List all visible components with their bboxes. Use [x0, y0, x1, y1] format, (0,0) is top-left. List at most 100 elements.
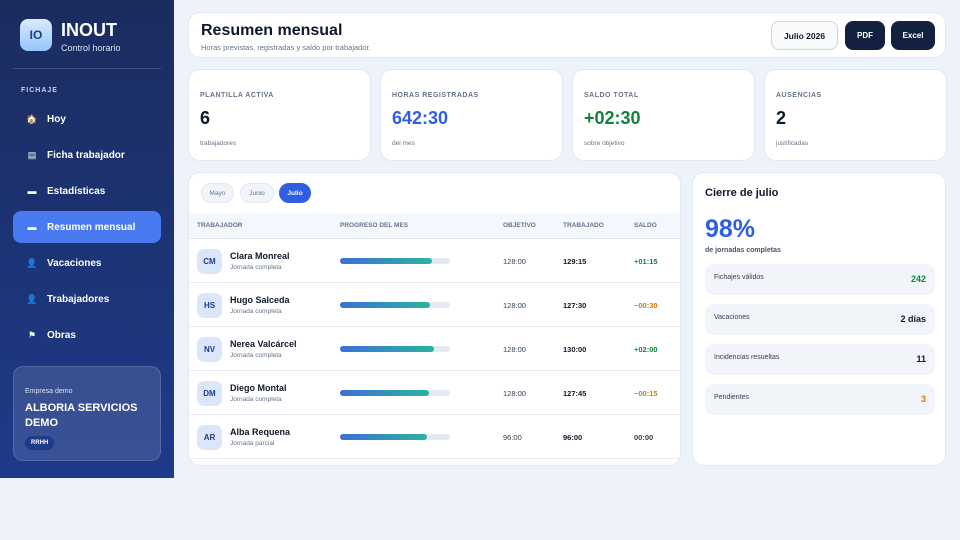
month-progress-fill: [340, 258, 433, 264]
stat-valid-clockins: Fichajes válidos 242: [705, 264, 935, 295]
worker-schedule-type: Jornada completa: [230, 396, 282, 403]
table-row[interactable]: DM Diego Montal Jornada completa 128:00 127:…: [189, 371, 680, 415]
kpi-label: PLANTILLA ACTIVA: [200, 92, 274, 99]
target-hours: 128:00: [503, 257, 526, 266]
stat-label: Fichajes válidos: [714, 274, 764, 281]
worked-hours: 130:00: [563, 345, 587, 354]
month-progress-bar: [340, 302, 450, 308]
app-name: INOUT: [61, 20, 117, 40]
worker-schedule-type: Jornada completa: [230, 308, 282, 315]
avatar: HS: [197, 293, 222, 318]
kpi-value: 6: [200, 108, 211, 128]
column-header-progress[interactable]: PROGRESO DEL MES: [340, 222, 408, 229]
worker-schedule-type: Jornada completa: [230, 352, 282, 359]
nav-item-label: Obras: [47, 329, 76, 341]
kpi-label: AUSENCIAS: [776, 92, 822, 99]
stats-icon: ▬: [27, 186, 37, 196]
avatar: CM: [197, 249, 222, 274]
tab-may[interactable]: Mayo: [201, 183, 234, 203]
nav-item-vacations[interactable]: 👤 Vacaciones: [13, 247, 161, 279]
stat-vacations: Vacaciones 2 días: [705, 304, 935, 335]
card-icon: ▤: [27, 149, 37, 160]
table-row[interactable]: AR Alba Requena Jornada parcial 96:00 96:00 0…: [189, 415, 680, 459]
nav-item-statistics[interactable]: ▬ Estadísticas: [13, 175, 161, 207]
kpi-total-balance: SALDO TOTAL +02:30 sobre objetivo: [572, 69, 755, 161]
stat-value: 242: [910, 274, 926, 284]
kpi-absences: AUSENCIAS 2 justificadas: [764, 69, 947, 161]
target-hours: 128:00: [503, 301, 526, 310]
export-excel-button[interactable]: Excel: [891, 21, 935, 50]
nav-item-sites[interactable]: ⚑ Obras: [13, 319, 161, 351]
month-selector-button[interactable]: Julio 2026: [771, 21, 838, 50]
table-row[interactable]: NV Nerea Valcárcel Jornada completa 128:00 1…: [189, 327, 680, 371]
monthly-summary-table: Mayo Junio Julio TRABAJADOR PROGRESO DEL…: [188, 172, 681, 466]
avatar: DM: [197, 381, 222, 406]
worker-name: Alba Requena: [230, 427, 291, 437]
users-icon: 👤: [26, 293, 38, 304]
column-header-balance[interactable]: SALDO: [634, 222, 657, 229]
month-progress-bar: [340, 434, 450, 440]
kpi-note: del mes: [392, 140, 415, 147]
avatar: NV: [197, 337, 222, 362]
stat-value: 2 días: [900, 314, 926, 324]
export-pdf-button[interactable]: PDF: [845, 21, 885, 50]
kpi-registered-hours: HORAS REGISTRADAS 642:30 del mes: [380, 69, 563, 161]
tab-july[interactable]: Julio: [279, 183, 311, 203]
nav-item-monthly-summary[interactable]: ▬ Resumen mensual: [13, 211, 161, 243]
nav-item-label: Vacaciones: [47, 257, 102, 269]
company-name: ALBORIA SERVICIOS DEMO: [25, 402, 138, 429]
column-header-worked[interactable]: TRABAJADO: [563, 222, 604, 229]
balance-hours: −00:30: [634, 301, 658, 310]
worked-hours: 127:30: [563, 301, 587, 310]
sidebar-divider: [13, 68, 161, 69]
flag-icon: ⚑: [27, 329, 37, 340]
month-progress-bar: [340, 346, 450, 352]
table-row[interactable]: HS Hugo Salceda Jornada completa 128:00 127:…: [189, 283, 680, 327]
home-icon: 🏠: [26, 113, 38, 124]
closing-title: Cierre de julio: [705, 187, 779, 199]
kpi-value: +02:30: [584, 108, 641, 128]
sidebar: IO INOUT Control horario FICHAJE 🏠 Hoy ▤ Fi…: [0, 0, 174, 478]
worker-schedule-type: Jornada parcial: [230, 440, 275, 447]
closing-percent: 98%: [705, 215, 756, 243]
stat-value: 3: [920, 394, 926, 404]
nav-item-worker-sheet[interactable]: ▤ Ficha trabajador: [13, 139, 161, 171]
kpi-note: justificadas: [776, 140, 809, 147]
target-hours: 128:00: [503, 345, 526, 354]
worked-hours: 96:00: [563, 433, 583, 442]
nav-item-label: Trabajadores: [47, 293, 110, 305]
nav-item-workers[interactable]: 👤 Trabajadores: [13, 283, 161, 315]
nav-item-label: Ficha trabajador: [47, 149, 125, 161]
kpi-note: sobre objetivo: [584, 140, 625, 147]
worked-hours: 129:15: [563, 257, 587, 266]
worked-hours: 127:45: [563, 389, 587, 398]
nav-item-today[interactable]: 🏠 Hoy: [13, 103, 161, 135]
kpi-note: trabajadores: [200, 140, 237, 147]
tab-june[interactable]: Junio: [240, 183, 274, 203]
nav-item-label: Resumen mensual: [47, 221, 136, 233]
target-hours: 128:00: [503, 389, 526, 398]
sidebar-section-label: FICHAJE: [21, 87, 58, 94]
table-row[interactable]: CM Clara Monreal Jornada completa 128:00 129…: [189, 239, 680, 283]
nav-item-label: Hoy: [47, 113, 66, 125]
column-header-worker[interactable]: TRABAJADOR: [197, 222, 243, 229]
month-progress-fill: [340, 434, 427, 440]
company-card: Empresa demo ALBORIA SERVICIOS DEMO RRHH: [13, 366, 161, 461]
worker-name: Hugo Salceda: [230, 295, 290, 305]
app-subtitle: Control horario: [61, 43, 121, 53]
page-title: Resumen mensual: [201, 22, 343, 39]
worker-name: Clara Monreal: [230, 251, 290, 261]
target-hours: 96:00: [503, 433, 522, 442]
worker-schedule-type: Jornada completa: [230, 264, 282, 271]
month-progress-fill: [340, 346, 434, 352]
page-header: Resumen mensual Horas previstas, registr…: [188, 12, 946, 58]
kpi-value: 2: [776, 108, 787, 128]
kpi-label: HORAS REGISTRADAS: [392, 92, 479, 99]
kpi-active-staff: PLANTILLA ACTIVA 6 trabajadores: [188, 69, 371, 161]
stat-label: Vacaciones: [714, 314, 750, 321]
balance-hours: −00:15: [634, 389, 658, 398]
month-progress-fill: [340, 390, 430, 396]
stat-pending: Pendientes 3: [705, 384, 935, 415]
column-header-target[interactable]: OBJETIVO: [503, 222, 536, 229]
month-closing-card: Cierre de julio 98% de jornadas completa…: [692, 172, 946, 466]
